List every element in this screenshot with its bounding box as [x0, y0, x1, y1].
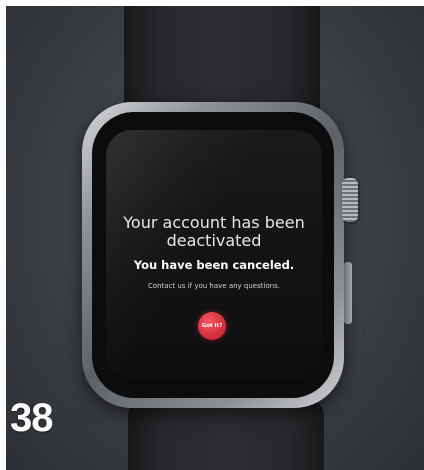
canceled-subtitle: You have been canceled.: [133, 258, 295, 272]
watch-screen: Your account has been deactivated You ha…: [106, 130, 322, 378]
screen-glare: [106, 130, 322, 378]
contact-message: Contact us if you have any questions.: [147, 282, 281, 290]
watch-strap-bottom: [128, 398, 324, 470]
watch-side-button: [344, 262, 352, 324]
got-it-button[interactable]: Got it?: [198, 312, 226, 340]
number-badge: 38: [10, 396, 53, 440]
deactivated-title: Your account has been deactivated: [123, 213, 305, 250]
digital-crown: [342, 178, 358, 222]
